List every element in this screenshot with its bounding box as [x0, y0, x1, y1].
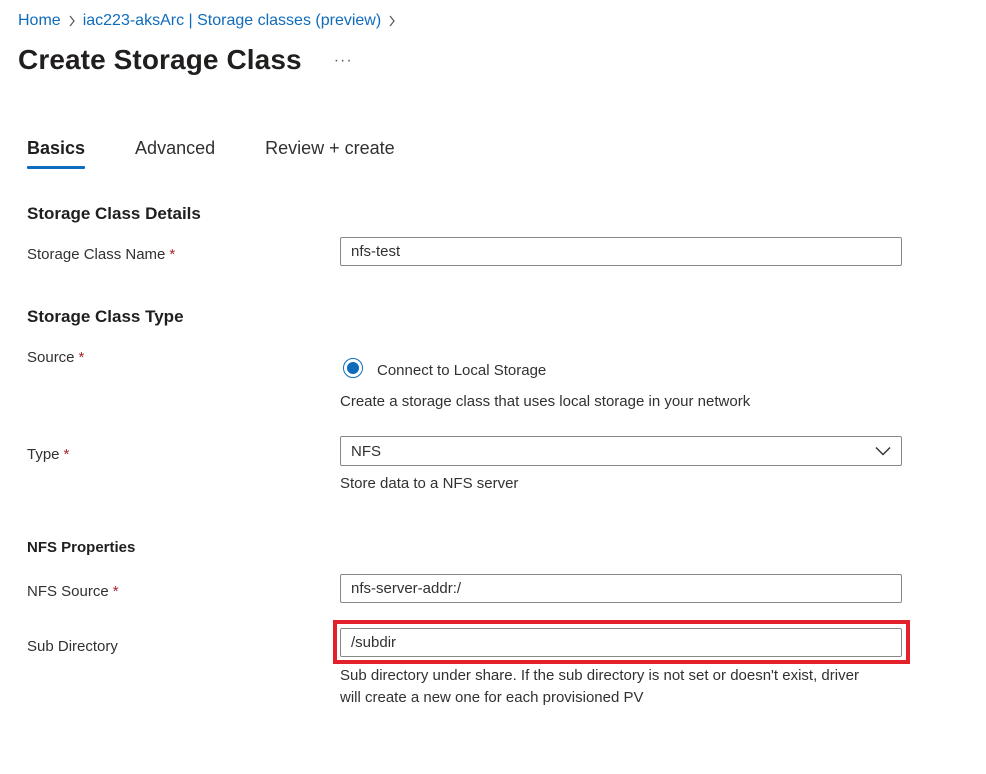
sub-directory-helper-line-1: Sub directory under share. If the sub di… — [340, 667, 859, 684]
type-helper-text: Store data to a NFS server — [340, 475, 519, 492]
breadcrumb-home[interactable]: Home — [18, 12, 61, 30]
title-row: Create Storage Class ··· — [18, 44, 353, 76]
section-title-type: Storage Class Type — [27, 307, 184, 326]
source-helper-text: Create a storage class that uses local s… — [340, 393, 751, 410]
breadcrumb: Home iac223-aksArc | Storage classes (pr… — [18, 10, 403, 32]
source-radio-local-storage[interactable]: Connect to Local Storage — [343, 356, 546, 379]
storage-class-name-input[interactable] — [340, 237, 902, 266]
chevron-right-icon — [61, 12, 83, 30]
nfs-source-label-text: NFS Source — [27, 583, 109, 600]
source-label: Source * — [27, 349, 84, 366]
breadcrumb-storage-classes[interactable]: iac223-aksArc | Storage classes (preview… — [83, 12, 382, 30]
highlight-box — [333, 620, 910, 664]
source-label-text: Source — [27, 349, 75, 366]
radio-selected-icon[interactable] — [343, 357, 363, 378]
type-dropdown[interactable]: NFS — [340, 436, 902, 466]
more-actions-button[interactable]: ··· — [334, 52, 353, 70]
sub-directory-helper-line-2: will create a new one for each provision… — [340, 689, 644, 706]
storage-class-name-label: Storage Class Name * — [27, 246, 175, 263]
sub-directory-helper-text: Sub directory under share. If the sub di… — [340, 665, 859, 709]
tab-review-create[interactable]: Review + create — [265, 138, 395, 169]
source-radio-label: Connect to Local Storage — [377, 362, 547, 379]
storage-class-name-label-text: Storage Class Name — [27, 246, 166, 263]
nfs-source-input[interactable] — [340, 574, 902, 603]
required-marker: * — [112, 583, 119, 600]
tab-list: Basics Advanced Review + create — [27, 138, 445, 169]
nfs-source-label: NFS Source * — [27, 583, 119, 600]
page-title: Create Storage Class — [18, 44, 302, 75]
type-dropdown-value: NFS — [351, 442, 381, 460]
chevron-right-icon — [381, 12, 403, 30]
section-title-nfs: NFS Properties — [27, 539, 136, 556]
section-title-details: Storage Class Details — [27, 204, 201, 223]
required-marker: * — [78, 349, 85, 366]
tab-basics[interactable]: Basics — [27, 138, 86, 169]
tab-advanced[interactable]: Advanced — [135, 138, 215, 169]
type-label-text: Type — [27, 446, 60, 463]
create-storage-class-page: Home iac223-aksArc | Storage classes (pr… — [0, 0, 986, 774]
required-marker: * — [169, 246, 176, 263]
chevron-down-icon — [875, 443, 891, 460]
required-marker: * — [63, 446, 70, 463]
type-label: Type * — [27, 446, 69, 463]
sub-directory-label: Sub Directory — [27, 638, 118, 655]
radio-dot — [347, 361, 359, 374]
